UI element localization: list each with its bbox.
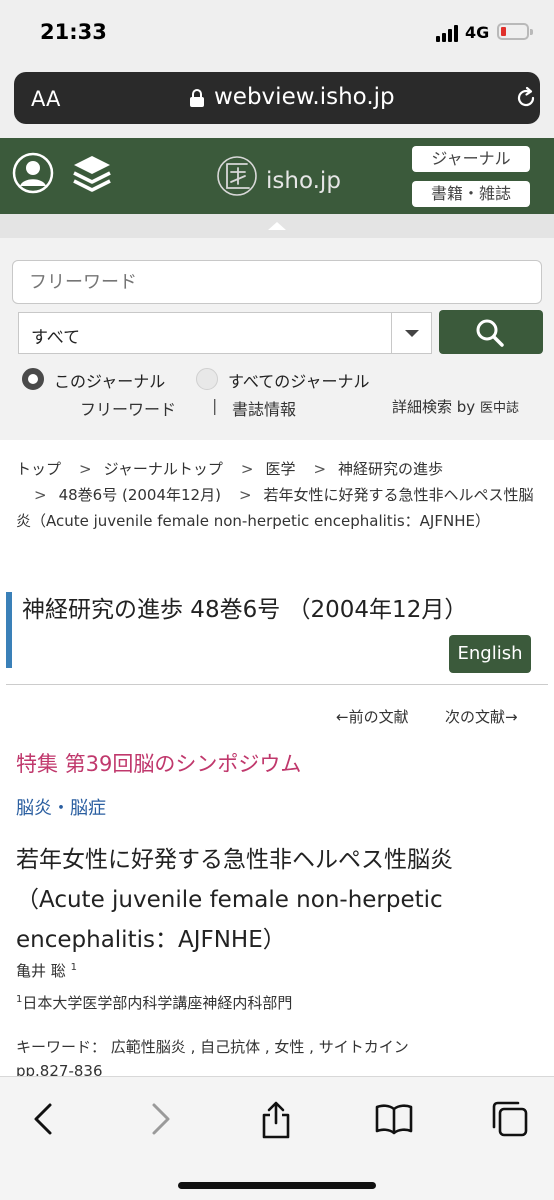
breadcrumb-item-journal[interactable]: 神経研究の進歩 [338,460,443,478]
tabs-icon[interactable] [490,1099,530,1139]
lock-icon [190,89,204,107]
scope-select-value: すべて [31,328,81,348]
reload-icon[interactable] [514,86,538,110]
affiliation-text: 日本大学医学部内科学講座神経内科部門 [22,994,293,1012]
option-separator: | [212,396,218,415]
author-name[interactable]: 亀井 聡 [16,962,66,980]
search-icon [476,319,504,347]
scope-select[interactable]: すべて [18,312,432,354]
special-feature-link[interactable]: 特集 第39回脳のシンポジウム [16,748,301,778]
prev-article-link[interactable]: ←前の文献 [336,706,409,727]
keywords: キーワード： 広範性脳炎 , 自己抗体 , 女性 , サイトカイン [16,1036,409,1057]
breadcrumb-item-issue[interactable]: 48巻6号 (2004年12月) [59,486,221,504]
advanced-search-link[interactable]: 詳細検索 by 医中誌 [392,396,519,417]
chevron-down-icon[interactable] [391,313,431,353]
bookmarks-icon[interactable] [374,1099,414,1139]
search-input[interactable] [12,260,542,304]
signal-icon [436,24,458,42]
article-title: 若年女性に好発する急性非ヘルペス性脳炎（Acute juvenile femal… [16,847,453,953]
breadcrumb-separator: > [240,460,254,478]
breadcrumb-separator: > [238,486,252,504]
radio-selected-icon [22,368,44,390]
radio-this-journal-label: このジャーナル [54,372,166,391]
category-link[interactable]: 脳炎・脳症 [16,794,106,820]
isho-logo-icon[interactable] [213,152,263,198]
advanced-search-by: 医中誌 [479,401,519,416]
keywords-list[interactable]: 広範性脳炎 , 自己抗体 , 女性 , サイトカイン [111,1038,409,1056]
browser-toolbar [0,1076,554,1200]
text-size-button[interactable]: AA [31,87,60,111]
back-icon[interactable] [24,1099,64,1139]
breadcrumb-item-medicine[interactable]: 医学 [265,460,295,478]
battery-icon [497,23,533,40]
user-icon[interactable] [12,152,54,194]
share-icon[interactable] [256,1099,296,1139]
status-bar: 21:33 4G [0,0,554,66]
collapse-up-icon [268,222,286,230]
network-type: 4G [465,23,490,42]
advanced-search-label: 詳細検索 by [392,398,476,416]
keywords-label: キーワード： [16,1038,107,1056]
collapse-toggle[interactable] [0,214,554,238]
url-text[interactable]: webview.isho.jp [214,84,395,110]
radio-all-journals-label: すべてのジャーナル [228,372,370,391]
option-freeword[interactable]: フリーワード [80,396,176,420]
english-button[interactable]: English [449,635,531,673]
next-article-link[interactable]: 次の文献→ [445,706,518,727]
forward-icon[interactable] [140,1099,180,1139]
status-time: 21:33 [40,20,107,44]
radio-all-journals[interactable]: すべてのジャーナル [196,366,396,391]
radio-unselected-icon [196,368,218,390]
journal-title: 神経研究の進歩 48巻6号 （2004年12月） [22,597,468,623]
logo-text[interactable]: isho.jp [266,168,341,194]
radio-this-journal[interactable]: このジャーナル [22,366,192,391]
heading-accent-bar [6,592,12,668]
breadcrumb-separator: > [34,486,47,504]
layers-icon[interactable] [70,152,114,196]
author-sup: 1 [70,962,77,973]
home-indicator[interactable] [178,1182,376,1189]
breadcrumb-separator: > [79,460,92,478]
breadcrumb-item-journal-top[interactable]: ジャーナルトップ [104,460,223,478]
search-button[interactable] [439,310,543,354]
address-bar[interactable]: AA webview.isho.jp [14,72,540,124]
breadcrumb-separator: > [313,460,327,478]
search-area: すべて このジャーナル すべてのジャーナル フリーワード | 書誌情報 詳細検索… [0,238,554,440]
breadcrumb-item-top[interactable]: トップ [16,460,61,478]
breadcrumb: トップ > ジャーナルトップ > 医学 > 神経研究の進歩 > 48巻6号 (2004年12月)… [16,456,540,534]
aa-label: AA [31,87,61,111]
option-bibliographic[interactable]: 書誌情報 [232,396,296,420]
affiliation: 1日本大学医学部内科学講座神経内科部門 [16,992,292,1013]
divider [6,684,548,685]
books-button[interactable]: 書籍・雑誌 [412,181,530,207]
site-header: isho.jp ジャーナル 書籍・雑誌 [0,138,554,214]
address-bar-area: AA webview.isho.jp [0,66,554,138]
author: 亀井 聡 1 [16,960,77,981]
journal-button[interactable]: ジャーナル [412,146,530,172]
